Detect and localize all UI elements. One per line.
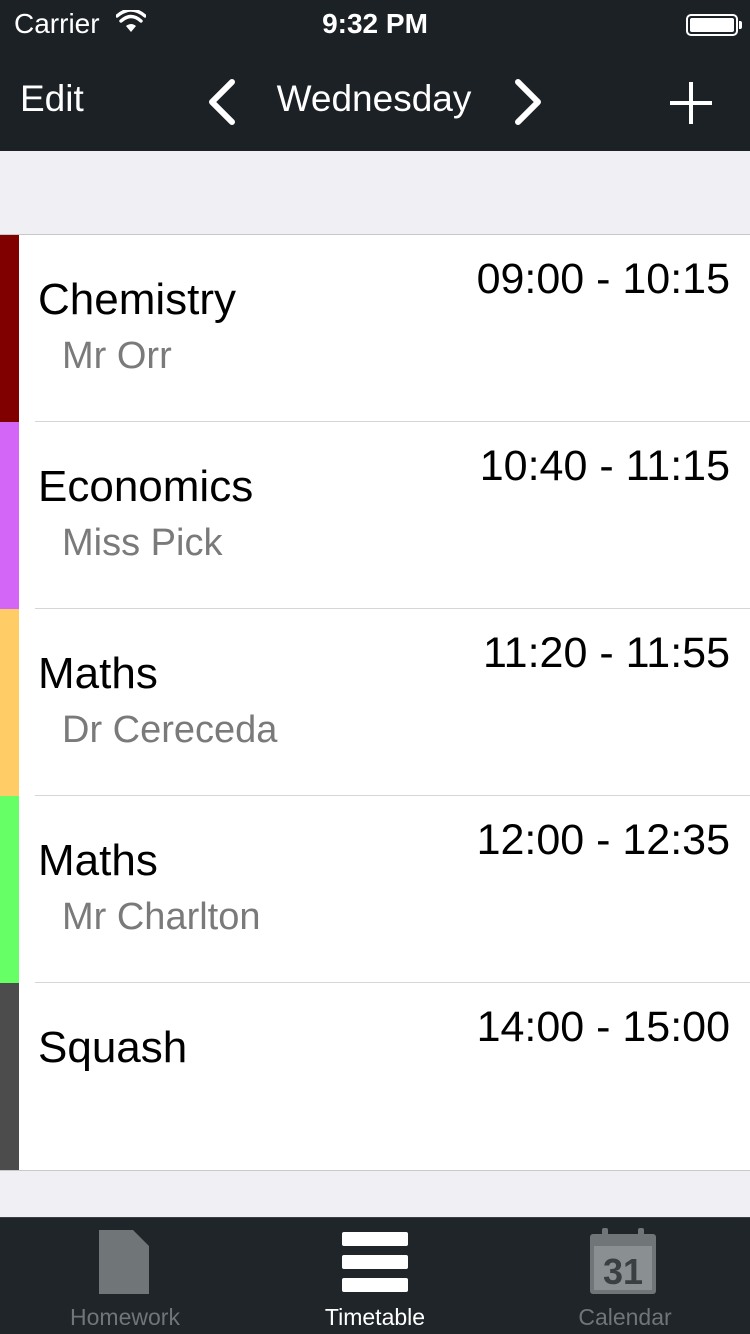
- lesson-color-bar: [0, 796, 19, 983]
- lesson-subject: Maths: [38, 649, 158, 698]
- lesson-time: 11:20 - 11:55: [482, 629, 730, 677]
- lesson-teacher: Dr Cereceda: [62, 709, 278, 751]
- tab-bar: Homework Timetable 31 Calendar: [0, 1217, 750, 1334]
- lesson-row[interactable]: Economics Miss Pick 10:40 - 11:15: [0, 422, 750, 609]
- lesson-teacher: Mr Orr: [62, 335, 172, 377]
- tab-label: Timetable: [324, 1304, 426, 1330]
- status-time: 9:32 PM: [322, 8, 428, 39]
- status-bar: Carrier 9:32 PM: [0, 0, 750, 52]
- lesson-row[interactable]: Maths Dr Cereceda 11:20 - 11:55: [0, 609, 750, 796]
- lesson-color-bar: [0, 609, 19, 796]
- lesson-row[interactable]: Squash 14:00 - 15:00: [0, 983, 750, 1170]
- lesson-list: Chemistry Mr Orr 09:00 - 10:15 Economics…: [0, 234, 750, 1171]
- chevron-left-icon[interactable]: [204, 78, 240, 126]
- calendar-icon-date: 31: [603, 1251, 643, 1292]
- lesson-subject: Squash: [38, 1023, 188, 1072]
- day-title: Wednesday: [276, 78, 472, 119]
- document-icon: [99, 1230, 149, 1294]
- tab-label: Calendar: [578, 1304, 672, 1330]
- lesson-time: 09:00 - 10:15: [476, 255, 730, 303]
- lesson-color-bar: [0, 983, 19, 1170]
- tab-timetable[interactable]: Timetable: [250, 1218, 500, 1334]
- calendar-icon: 31: [590, 1228, 656, 1294]
- edit-button[interactable]: Edit: [20, 78, 84, 120]
- tab-calendar[interactable]: 31 Calendar: [500, 1218, 750, 1334]
- lesson-time: 12:00 - 12:35: [476, 816, 730, 864]
- lesson-subject: Maths: [38, 836, 158, 885]
- tab-homework[interactable]: Homework: [0, 1218, 250, 1334]
- lesson-time: 14:00 - 15:00: [476, 1003, 730, 1051]
- plus-icon[interactable]: [668, 80, 714, 126]
- lesson-color-bar: [0, 235, 19, 422]
- chevron-right-icon[interactable]: [510, 78, 546, 126]
- lesson-subject: Economics: [38, 462, 254, 511]
- timetable-screen: Carrier 9:32 PM Edit Wednesday Chemistry…: [0, 0, 750, 1334]
- lesson-time: 10:40 - 11:15: [479, 442, 730, 490]
- navigation-bar: Edit Wednesday: [0, 52, 750, 151]
- lesson-teacher: Miss Pick: [62, 522, 223, 564]
- lesson-color-bar: [0, 422, 19, 609]
- list-icon: [342, 1232, 408, 1292]
- tab-label: Homework: [70, 1304, 180, 1330]
- lesson-row[interactable]: Maths Mr Charlton 12:00 - 12:35: [0, 796, 750, 983]
- lesson-subject: Chemistry: [38, 275, 237, 324]
- battery-icon: [686, 14, 742, 36]
- lesson-row[interactable]: Chemistry Mr Orr 09:00 - 10:15: [0, 235, 750, 422]
- lesson-teacher: Mr Charlton: [62, 896, 261, 938]
